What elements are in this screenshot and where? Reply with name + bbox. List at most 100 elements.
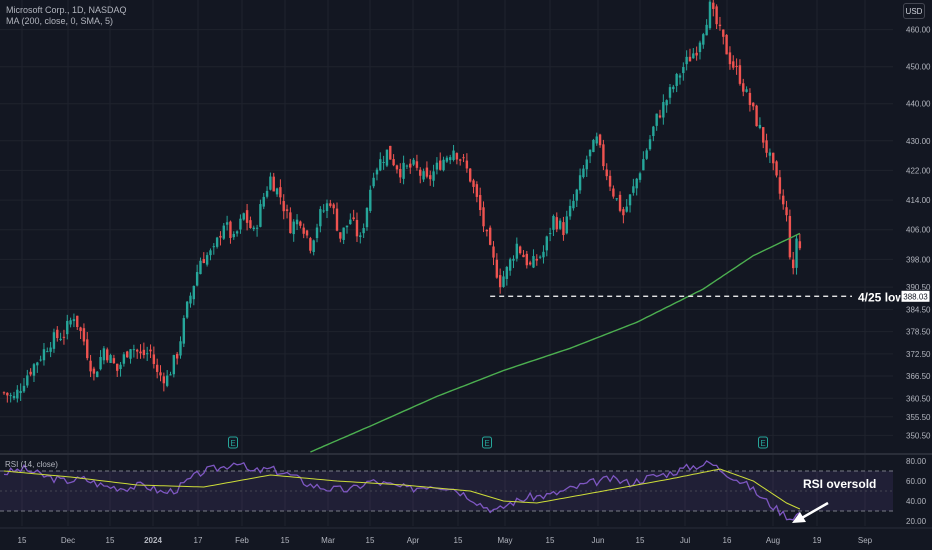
- candle-body: [69, 320, 72, 325]
- candle-body: [42, 349, 46, 361]
- candle-body: [169, 374, 172, 376]
- candle-body: [195, 272, 199, 286]
- candle-body: [495, 259, 499, 278]
- candle-body: [202, 259, 205, 264]
- candle-body: [528, 262, 532, 265]
- candle-body: [302, 227, 305, 234]
- candle-body: [445, 157, 449, 162]
- candle-body: [442, 159, 445, 171]
- candle-body: [39, 359, 42, 361]
- candle-body: [109, 355, 112, 363]
- candle-body: [595, 136, 598, 144]
- candle-body: [305, 230, 309, 236]
- candle-body: [525, 253, 529, 266]
- candle-body: [49, 347, 52, 352]
- candle-body: [638, 173, 642, 180]
- candle-body: [555, 217, 558, 230]
- candle-body: [469, 168, 472, 182]
- candle-body: [79, 327, 82, 331]
- candle-body: [435, 162, 439, 170]
- time-tick-label: 19: [813, 536, 822, 545]
- candle-body: [185, 301, 189, 318]
- candle-body: [392, 159, 395, 166]
- candle-body: [795, 238, 798, 268]
- candle-body: [538, 256, 542, 258]
- candle-body: [432, 171, 435, 181]
- candle-body: [425, 167, 429, 177]
- time-tick-label: Sep: [858, 536, 873, 545]
- candle-body: [755, 105, 758, 127]
- price-chart[interactable]: 4/25 low E E E 460.00 450.00 440.00 430.00 422.0…: [0, 0, 932, 550]
- candle-body: [752, 102, 755, 107]
- candle-body: [712, 2, 715, 9]
- candle-body: [762, 127, 765, 143]
- candle-body: [439, 160, 442, 170]
- candles: [2, 0, 802, 403]
- candle-body: [492, 246, 495, 258]
- candle-body: [718, 24, 722, 27]
- time-tick-label: May: [497, 536, 512, 545]
- candle-body: [698, 42, 702, 53]
- candle-body: [558, 220, 562, 229]
- candle-body: [745, 89, 748, 92]
- candle-body: [702, 34, 705, 45]
- candle-body: [106, 349, 109, 361]
- candle-body: [36, 362, 39, 366]
- candle-body: [22, 385, 26, 392]
- candle-body: [798, 241, 802, 249]
- candle-body: [502, 276, 505, 287]
- candle-body: [622, 209, 625, 216]
- candle-body: [209, 250, 212, 256]
- candle-body: [419, 169, 422, 176]
- candle-body: [725, 34, 728, 55]
- candle-body: [662, 102, 665, 118]
- candle-body: [615, 198, 618, 200]
- price-tick-label: 398.00: [906, 255, 931, 264]
- time-tick-label: 17: [194, 536, 203, 545]
- candle-body: [262, 196, 265, 207]
- candle-body: [365, 207, 369, 228]
- candle-body: [255, 227, 259, 229]
- candle-body: [182, 318, 186, 344]
- price-tick-label: 430.00: [906, 137, 931, 146]
- candle-body: [692, 53, 695, 59]
- candle-body: [592, 139, 595, 153]
- candle-body: [292, 221, 295, 235]
- currency-button[interactable]: USD: [903, 3, 925, 19]
- rsi-legend[interactable]: RSI (14, close): [5, 460, 58, 469]
- rsi-tick-label: 60.00: [906, 477, 927, 486]
- indicator-line[interactable]: MA (200, close, 0, SMA, 5): [6, 16, 127, 27]
- candle-body: [588, 149, 592, 157]
- candle-body: [768, 152, 772, 156]
- candle-body: [572, 200, 575, 209]
- candle-body: [742, 83, 745, 92]
- candle-body: [758, 124, 762, 129]
- candle-body: [642, 159, 645, 171]
- candle-body: [315, 227, 319, 239]
- candle-body: [152, 354, 156, 364]
- candle-body: [345, 225, 349, 228]
- symbol-line[interactable]: Microsoft Corp., 1D, NASDAQ: [6, 5, 127, 16]
- candle-body: [232, 233, 235, 238]
- candle-body: [459, 159, 462, 161]
- candle-body: [655, 113, 658, 126]
- candle-body: [165, 375, 169, 386]
- time-tick-label: Aug: [766, 536, 780, 545]
- candle-body: [52, 332, 56, 349]
- candle-body: [602, 144, 605, 167]
- candle-body: [295, 219, 299, 225]
- candle-body: [695, 52, 698, 56]
- candle-body: [335, 208, 339, 231]
- candle-body: [475, 184, 479, 197]
- candle-body: [385, 149, 389, 166]
- candle-body: [409, 163, 412, 168]
- candle-body: [229, 221, 232, 238]
- time-tick-label: 15: [454, 536, 463, 545]
- candle-body: [6, 392, 9, 396]
- candle-body: [399, 168, 402, 178]
- candle-body: [269, 176, 272, 190]
- candle-body: [19, 391, 22, 394]
- candle-body: [449, 157, 452, 161]
- time-tick-label: Jul: [680, 536, 690, 545]
- candle-body: [682, 67, 685, 74]
